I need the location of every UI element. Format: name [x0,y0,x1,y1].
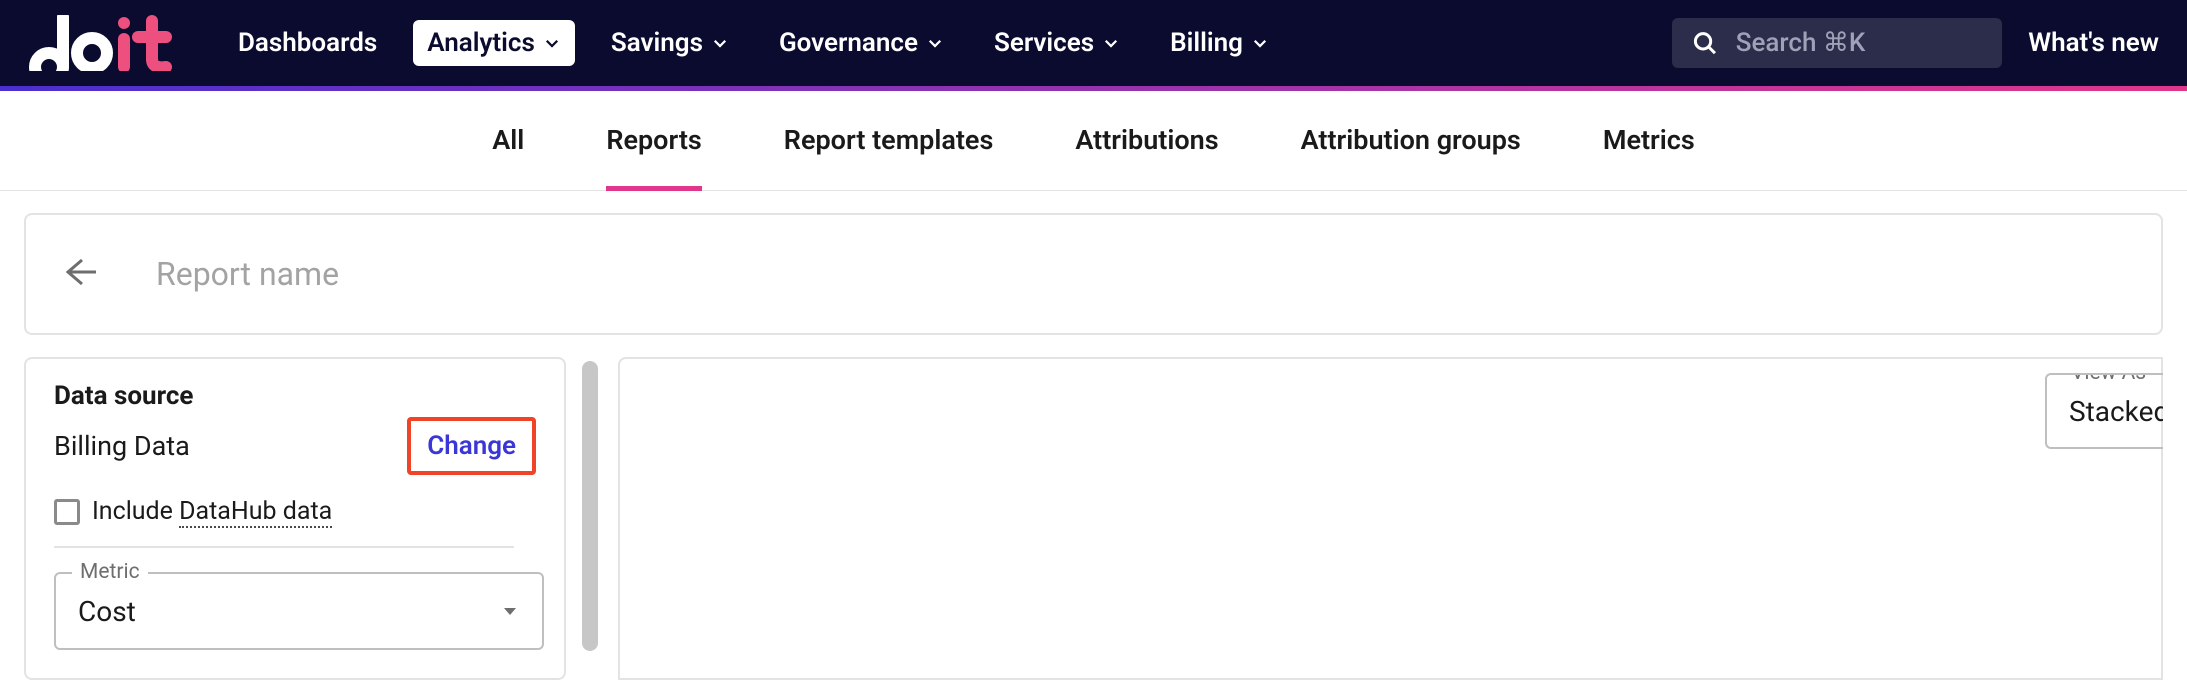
include-datahub-label: Include DataHub data [92,497,332,526]
report-name-input[interactable] [156,255,756,293]
search-box[interactable] [1672,18,2002,68]
nav-label: Analytics [427,28,535,58]
nav-label: Services [994,28,1094,58]
nav-dashboards[interactable]: Dashboards [224,20,391,66]
side-panel: Data source Billing Data Change Include … [24,357,566,680]
side-panel-wrap: Data source Billing Data Change Include … [24,357,598,680]
nav-billing[interactable]: Billing [1156,20,1283,66]
metric-value: Cost [78,595,136,628]
include-datahub-row: Include DataHub data [54,497,536,526]
back-button[interactable] [60,252,100,296]
nav-label: Dashboards [238,28,377,58]
search-icon [1692,28,1718,58]
chevron-down-icon [543,34,561,52]
nav-savings[interactable]: Savings [597,20,743,66]
search-input[interactable] [1736,28,1983,58]
nav-services[interactable]: Services [980,20,1134,66]
whats-new-link[interactable]: What's new [2028,28,2159,58]
view-as-value: Stacked [2069,395,2163,428]
include-datahub-checkbox[interactable] [54,499,80,525]
logo[interactable] [28,15,188,71]
arrow-left-icon [60,252,100,292]
side-panel-scrollbar[interactable] [582,361,598,651]
divider [54,546,514,548]
nav-governance[interactable]: Governance [765,20,958,66]
tab-reports[interactable]: Reports [606,90,701,191]
top-nav: Dashboards Analytics Savings Governance … [0,0,2187,91]
tab-attributions[interactable]: Attributions [1075,90,1218,191]
view-as-legend: View As [2063,373,2154,385]
chevron-down-icon [1251,34,1269,52]
include-datahub-label-underlined: DataHub data [179,497,332,528]
caret-down-icon [500,601,520,621]
nav-items: Dashboards Analytics Savings Governance … [224,20,1283,66]
chevron-down-icon [926,34,944,52]
nav-label: Savings [611,28,703,58]
report-canvas: View As Stacked [618,357,2163,680]
data-source-value: Billing Data [54,430,190,462]
nav-label: Governance [779,28,918,58]
data-source-title: Data source [54,381,536,411]
metric-select[interactable]: Metric Cost [54,572,544,650]
tab-report-templates[interactable]: Report templates [784,90,994,191]
include-datahub-label-prefix: Include [92,497,179,526]
chevron-down-icon [1102,34,1120,52]
lower-pane: Data source Billing Data Change Include … [24,357,2163,680]
chevron-down-icon [711,34,729,52]
nav-analytics[interactable]: Analytics [413,20,575,66]
view-as-select[interactable]: View As Stacked [2045,373,2163,449]
nav-label: Billing [1170,28,1243,58]
tab-all[interactable]: All [492,90,524,191]
change-data-source-button[interactable]: Change [407,417,536,475]
analytics-subtabs: All Reports Report templates Attribution… [0,91,2187,191]
content: Data source Billing Data Change Include … [0,191,2187,680]
tab-metrics[interactable]: Metrics [1603,90,1695,191]
tab-attribution-groups[interactable]: Attribution groups [1301,90,1521,191]
report-name-row [24,213,2163,335]
metric-legend: Metric [72,560,148,584]
